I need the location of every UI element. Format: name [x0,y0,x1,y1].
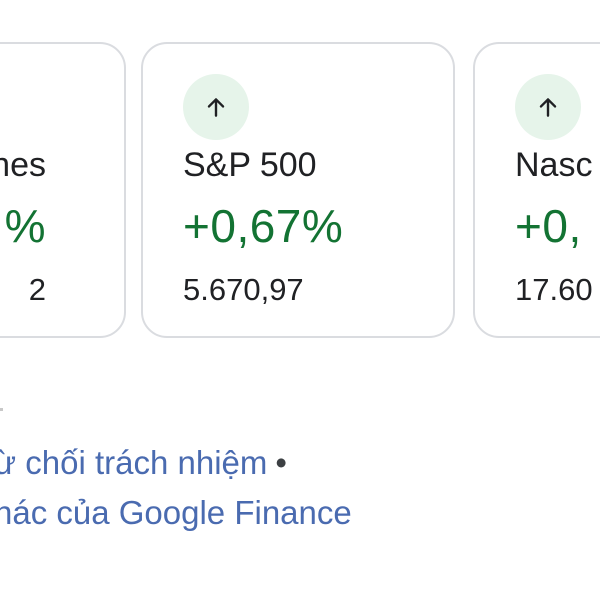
index-value: 5.670,97 [183,272,304,307]
google-finance-link[interactable]: hác của Google Finance [0,494,352,531]
index-change-percent: +0,67% [183,200,344,252]
footer-other-line: hác của Google Finance [0,494,352,532]
index-name: Nasc [515,146,593,184]
footer-disclaimer-line: ừ chối trách nhiệm • [0,444,287,482]
footer-separator: • [275,444,287,481]
decorative-dot [0,408,3,411]
index-change-percent: +0, [515,200,582,252]
index-value: 17.60 [515,272,593,307]
index-card-nasdaq[interactable]: Nasc +0, 17.60 [473,42,600,338]
arrow-up-icon [183,74,249,140]
index-card-sp500[interactable]: S&P 500 +0,67% 5.670,97 [141,42,455,338]
index-change-percent: % [4,200,46,252]
index-name: S&P 500 [183,146,317,184]
arrow-up-icon [515,74,581,140]
index-card-dow-jones[interactable]: nes % 2 [0,42,126,338]
index-name: nes [0,146,46,184]
disclaimer-link[interactable]: ừ chối trách nhiệm [0,444,267,481]
market-summary-panel: nes % 2 S&P 500 +0,67% 5.670,97 Nasc +0,… [0,0,600,600]
index-value: 2 [28,272,46,307]
